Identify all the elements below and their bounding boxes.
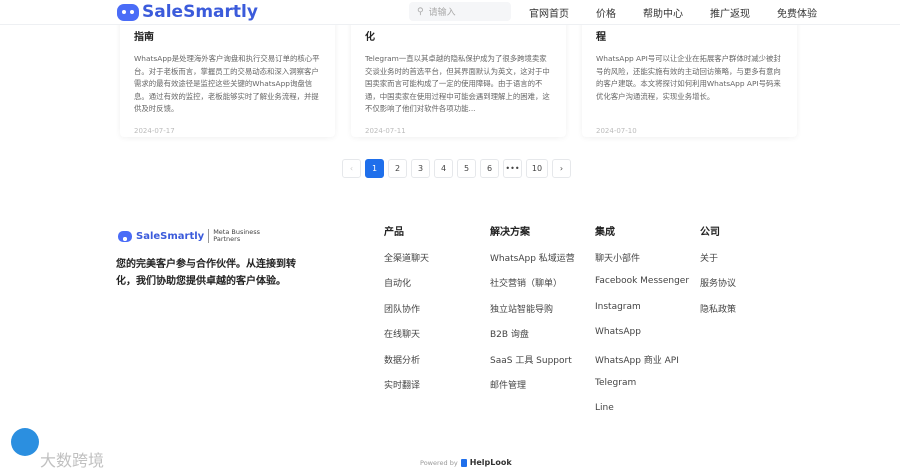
header: SaleSmartly ⚲ 请输入 官网首页 价格 帮助中心 推广返现 免费体验 [0, 0, 900, 25]
article-excerpt: Telegram一直以其卓越的隐私保护成为了很多跨境卖家交谈业务时的首选平台，但… [365, 54, 550, 113]
next-page-button[interactable]: › [552, 159, 571, 178]
page-6[interactable]: 6 [480, 159, 499, 178]
search-icon: ⚲ [417, 6, 424, 17]
meta-partner-badge: Meta Business Partners [213, 228, 261, 243]
footer-link[interactable]: SaaS 工具 Support [490, 353, 575, 378]
footer-column-company: 公司 关于 服务协议 隐私政策 [700, 223, 736, 327]
nav-help-center[interactable]: 帮助中心 [643, 5, 683, 20]
prev-page-button[interactable]: ‹ [342, 159, 361, 178]
footer-link[interactable]: B2B 询盘 [490, 327, 575, 352]
powered-by[interactable]: Powered by HelpLook [420, 458, 512, 467]
footer-link[interactable]: 团队协作 [384, 302, 429, 327]
article-date: 2024-07-17 [134, 127, 175, 135]
powered-by-brand: HelpLook [469, 458, 512, 467]
column-title: 集成 [595, 227, 615, 238]
article-excerpt: WhatsApp是处理海外客户询盘和执行交易订单的核心平台。对于老板而言，掌握员… [134, 54, 320, 113]
nav-free-trial[interactable]: 免费体验 [777, 5, 817, 20]
article-excerpt: WhatsApp API号可以让企业在拓展客户群体时减少被封号的风险，还能实施有… [596, 54, 781, 101]
column-title: 公司 [700, 227, 720, 238]
footer-link[interactable]: Facebook Messenger [595, 276, 689, 301]
footer-link[interactable]: WhatsApp [595, 327, 689, 352]
footer-link[interactable]: Line [595, 403, 689, 428]
top-nav: 官网首页 价格 帮助中心 推广返现 免费体验 [529, 5, 844, 20]
article-card[interactable]: 程 WhatsApp API号可以让企业在拓展客户群体时减少被封号的风险，还能实… [582, 16, 797, 137]
footer-link[interactable]: 全渠道聊天 [384, 251, 429, 276]
footer-link[interactable]: 数据分析 [384, 353, 429, 378]
pagination: ‹ 1 2 3 4 5 6 ••• 10 › [342, 159, 571, 178]
chat-widget-button[interactable] [11, 428, 39, 456]
column-title: 解决方案 [490, 227, 530, 238]
footer-column-products: 产品 全渠道聊天 自动化 团队协作 在线聊天 数据分析 实时翻译 [384, 223, 429, 403]
footer-link[interactable]: 社交营销（聊单） [490, 276, 575, 301]
article-title: 指南 [134, 32, 154, 43]
divider [208, 229, 210, 243]
nav-pricing[interactable]: 价格 [596, 5, 616, 20]
footer-link[interactable]: WhatsApp 商业 API [595, 353, 689, 378]
footer-link[interactable]: 实时翻译 [384, 378, 429, 403]
footer-logo-text: SaleSmartly [136, 230, 205, 242]
footer-tagline: 您的完美客户参与合作伙伴。从连接到转化，我们协助您提供卓越的客户体验。 [116, 259, 296, 287]
logo[interactable]: SaleSmartly [117, 2, 258, 22]
search-placeholder: 请输入 [428, 8, 456, 18]
article-date: 2024-07-10 [596, 127, 637, 135]
page-3[interactable]: 3 [411, 159, 430, 178]
footer-column-solutions: 解决方案 WhatsApp 私域运营 社交营销（聊单） 独立站智能导购 B2B … [490, 223, 575, 403]
page-2[interactable]: 2 [388, 159, 407, 178]
page-4[interactable]: 4 [434, 159, 453, 178]
robot-logo-icon [118, 230, 132, 242]
robot-logo-icon [117, 3, 139, 21]
footer-link[interactable]: Instagram [595, 302, 689, 327]
footer-link[interactable]: 服务协议 [700, 276, 736, 301]
page-5[interactable]: 5 [457, 159, 476, 178]
article-card[interactable]: 指南 WhatsApp是处理海外客户询盘和执行交易订单的核心平台。对于老板而言，… [120, 16, 335, 137]
footer-column-integrations: 集成 聊天小部件 Facebook Messenger Instagram Wh… [595, 223, 689, 429]
page-ellipsis[interactable]: ••• [503, 159, 522, 178]
footer-link[interactable]: Telegram [595, 378, 689, 403]
footer-link[interactable]: 关于 [700, 251, 736, 276]
article-title: 程 [596, 32, 606, 43]
footer-link[interactable]: 自动化 [384, 276, 429, 301]
column-title: 产品 [384, 227, 404, 238]
footer-logo: SaleSmartly Meta Business Partners [118, 229, 273, 243]
page-10[interactable]: 10 [526, 159, 548, 178]
article-title: 化 [365, 32, 375, 43]
page-1[interactable]: 1 [365, 159, 384, 178]
article-date: 2024-07-11 [365, 127, 406, 135]
nav-referral[interactable]: 推广返现 [710, 5, 750, 20]
footer-link[interactable]: 聊天小部件 [595, 251, 689, 276]
helplook-logo-icon [460, 458, 467, 467]
footer-link[interactable]: 独立站智能导购 [490, 302, 575, 327]
footer-link[interactable]: WhatsApp 私域运营 [490, 251, 575, 276]
footer-link[interactable]: 在线聊天 [384, 327, 429, 352]
search-input[interactable]: ⚲ 请输入 [409, 2, 511, 21]
nav-home[interactable]: 官网首页 [529, 5, 569, 20]
footer-link[interactable]: 隐私政策 [700, 302, 736, 327]
watermark: 大数跨境 [40, 451, 105, 470]
footer-link[interactable]: 邮件管理 [490, 378, 575, 403]
powered-by-text: Powered by [420, 458, 458, 467]
logo-text: SaleSmartly [142, 2, 258, 22]
article-card[interactable]: 化 Telegram一直以其卓越的隐私保护成为了很多跨境卖家交谈业务时的首选平台… [351, 16, 566, 137]
